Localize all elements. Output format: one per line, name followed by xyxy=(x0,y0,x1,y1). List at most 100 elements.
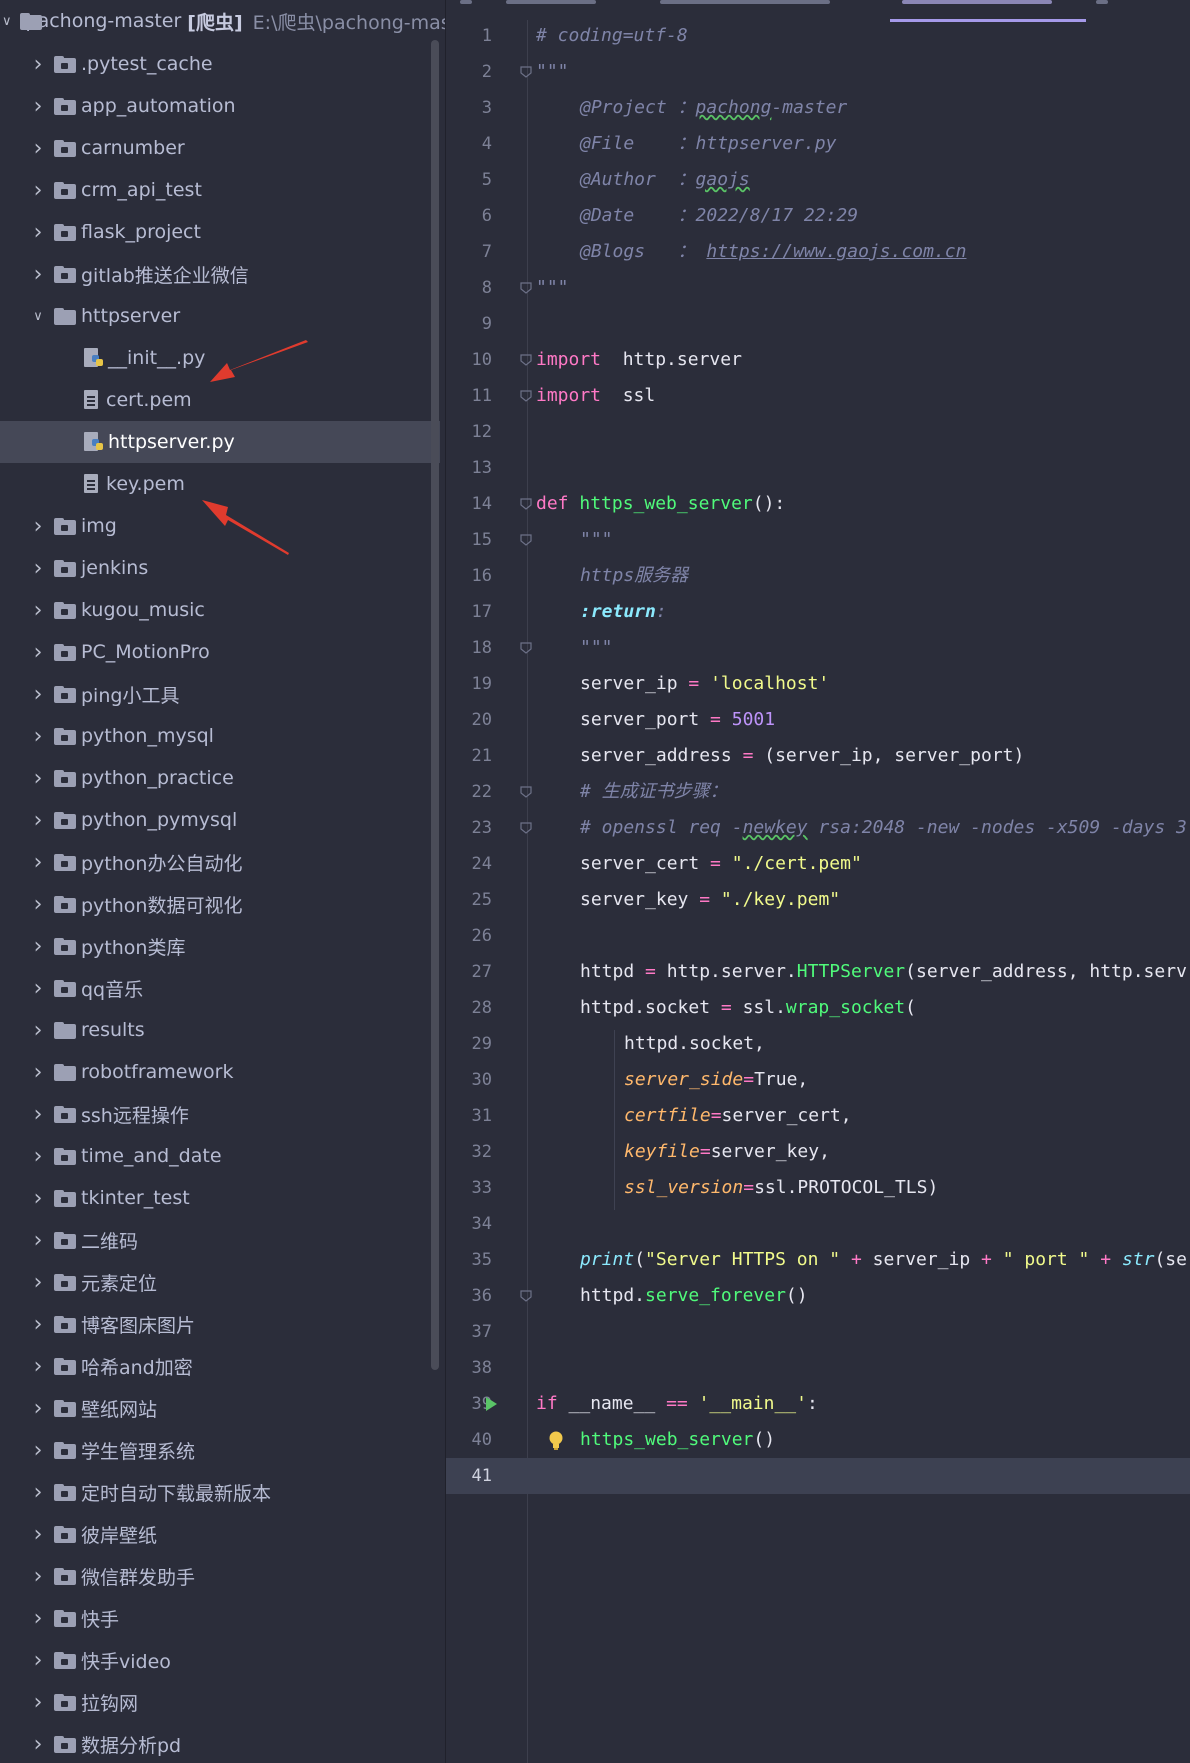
code-line[interactable]: 31 certfile=server_cert, xyxy=(446,1098,1190,1134)
code-line[interactable]: 16 https服务器 xyxy=(446,558,1190,594)
code-line[interactable]: 5 @Author ：gaojs xyxy=(446,162,1190,198)
tree-item[interactable]: httpserver.py xyxy=(0,421,440,463)
code-line[interactable]: 20 server_port = 5001 xyxy=(446,702,1190,738)
chevron-right-icon[interactable]: › xyxy=(30,925,46,967)
chevron-right-icon[interactable]: › xyxy=(30,1639,46,1681)
code-line[interactable]: 27 httpd = http.server.HTTPServer(server_… xyxy=(446,954,1190,990)
chevron-right-icon[interactable]: › xyxy=(30,1177,46,1219)
chevron-right-icon[interactable]: › xyxy=(30,799,46,841)
tree-item[interactable]: › crm_api_test xyxy=(0,169,440,211)
code-line[interactable]: 39 if __name__ == '__main__': xyxy=(446,1386,1190,1422)
chevron-right-icon[interactable]: › xyxy=(30,547,46,589)
chevron-right-icon[interactable]: › xyxy=(30,505,46,547)
tree-item[interactable]: › kugou_music xyxy=(0,589,440,631)
code-line[interactable]: 7 @Blogs ： https://www.gaojs.com.cn xyxy=(446,234,1190,270)
tree-item[interactable]: › python_mysql xyxy=(0,715,440,757)
code-line[interactable]: 41 xyxy=(446,1458,1190,1494)
fold-marker-icon[interactable] xyxy=(520,822,532,834)
chevron-right-icon[interactable]: › xyxy=(30,169,46,211)
code-line[interactable]: 35 print("Server HTTPS on " + server_ip +… xyxy=(446,1242,1190,1278)
tree-item[interactable]: › tkinter_test xyxy=(0,1177,440,1219)
code-line[interactable]: 33 ssl_version=ssl.PROTOCOL_TLS) xyxy=(446,1170,1190,1206)
tree-item[interactable]: ∨ httpserver xyxy=(0,295,440,337)
fold-marker-icon[interactable] xyxy=(520,642,532,654)
code-line[interactable]: 38 xyxy=(446,1350,1190,1386)
tab-fragment[interactable] xyxy=(660,0,830,4)
chevron-right-icon[interactable]: › xyxy=(30,589,46,631)
code-line[interactable]: 37 xyxy=(446,1314,1190,1350)
tree-item[interactable]: › python类库 xyxy=(0,925,440,967)
project-root-row[interactable]: ∨ pachong-master [爬虫] E:\爬虫\pachong-mast… xyxy=(0,0,445,42)
code-line[interactable]: 4 @File ：httpserver.py xyxy=(446,126,1190,162)
code-line[interactable]: 9 xyxy=(446,306,1190,342)
code-line[interactable]: 30 server_side=True, xyxy=(446,1062,1190,1098)
chevron-right-icon[interactable]: › xyxy=(30,1051,46,1093)
code-line[interactable]: 32 keyfile=server_key, xyxy=(446,1134,1190,1170)
tab-fragment[interactable] xyxy=(506,0,596,4)
code-editor[interactable]: 1 # coding=utf-8 2 """ 3 @Project ：pachong-ma… xyxy=(446,0,1190,1763)
tree-item[interactable]: › 彼岸壁纸 xyxy=(0,1513,440,1555)
chevron-right-icon[interactable]: › xyxy=(30,127,46,169)
chevron-right-icon[interactable]: › xyxy=(30,715,46,757)
fold-marker-icon[interactable] xyxy=(520,390,532,402)
chevron-right-icon[interactable]: › xyxy=(30,43,46,85)
code-line[interactable]: 24 server_cert = "./cert.pem" xyxy=(446,846,1190,882)
code-line[interactable]: 2 """ xyxy=(446,54,1190,90)
chevron-right-icon[interactable]: › xyxy=(30,1219,46,1261)
chevron-right-icon[interactable]: › xyxy=(30,1429,46,1471)
tree-item[interactable]: › flask_project xyxy=(0,211,440,253)
fold-marker-icon[interactable] xyxy=(520,282,532,294)
chevron-down-icon[interactable]: ∨ xyxy=(30,295,46,337)
code-line[interactable]: 17:return: xyxy=(446,594,1190,630)
code-line[interactable]: 19 server_ip = 'localhost' xyxy=(446,666,1190,702)
chevron-right-icon[interactable]: › xyxy=(30,673,46,715)
code-line[interactable]: 34 xyxy=(446,1206,1190,1242)
fold-marker-icon[interactable] xyxy=(520,786,532,798)
tree-item[interactable]: › PC_MotionPro xyxy=(0,631,440,673)
chevron-right-icon[interactable]: › xyxy=(30,757,46,799)
chevron-right-icon[interactable]: › xyxy=(30,1513,46,1555)
tree-item[interactable]: › 定时自动下载最新版本 xyxy=(0,1471,440,1513)
code-line[interactable]: 29 httpd.socket, xyxy=(446,1026,1190,1062)
tree-item[interactable]: › ping小工具 xyxy=(0,673,440,715)
tree-item[interactable]: › python办公自动化 xyxy=(0,841,440,883)
chevron-right-icon[interactable]: › xyxy=(30,1681,46,1723)
chevron-right-icon[interactable]: › xyxy=(30,1597,46,1639)
code-line[interactable]: 40 https_web_server() xyxy=(446,1422,1190,1458)
tree-item[interactable]: › 二维码 xyxy=(0,1219,440,1261)
tree-item[interactable]: › python_pymysql xyxy=(0,799,440,841)
code-line[interactable]: 12 xyxy=(446,414,1190,450)
code-line[interactable]: 10 import http.server xyxy=(446,342,1190,378)
chevron-right-icon[interactable]: › xyxy=(30,1345,46,1387)
chevron-right-icon[interactable]: › xyxy=(30,211,46,253)
tree-item[interactable]: › robotframework xyxy=(0,1051,440,1093)
chevron-right-icon[interactable]: › xyxy=(30,1009,46,1051)
chevron-right-icon[interactable]: › xyxy=(30,1555,46,1597)
code-line[interactable]: 15 """ xyxy=(446,522,1190,558)
fold-marker-icon[interactable] xyxy=(520,1290,532,1302)
chevron-down-icon[interactable]: ∨ xyxy=(2,0,12,42)
chevron-right-icon[interactable]: › xyxy=(30,967,46,1009)
chevron-right-icon[interactable]: › xyxy=(30,85,46,127)
tree-item[interactable]: › 数据分析pd xyxy=(0,1723,440,1763)
code-line[interactable]: 14 def https_web_server(): xyxy=(446,486,1190,522)
chevron-right-icon[interactable]: › xyxy=(30,841,46,883)
fold-marker-icon[interactable] xyxy=(520,498,532,510)
tree-item[interactable]: › 哈希and加密 xyxy=(0,1345,440,1387)
sidebar-scrollbar[interactable] xyxy=(431,40,439,1370)
tab-active[interactable] xyxy=(902,0,1052,4)
tree-item[interactable]: › 博客图床图片 xyxy=(0,1303,440,1345)
tree-item[interactable]: › python_practice xyxy=(0,757,440,799)
tree-item[interactable]: › 快手video xyxy=(0,1639,440,1681)
tree-item[interactable]: › time_and_date xyxy=(0,1135,440,1177)
code-line[interactable]: 28 httpd.socket = ssl.wrap_socket( xyxy=(446,990,1190,1026)
tree-item[interactable]: › 壁纸网站 xyxy=(0,1387,440,1429)
tab-fragment[interactable] xyxy=(1096,0,1108,4)
code-line[interactable]: 36 httpd.serve_forever() xyxy=(446,1278,1190,1314)
tree-item[interactable]: › gitlab推送企业微信 xyxy=(0,253,440,295)
chevron-right-icon[interactable]: › xyxy=(30,883,46,925)
fold-marker-icon[interactable] xyxy=(520,66,532,78)
lightbulb-icon[interactable] xyxy=(548,1431,564,1451)
tree-item[interactable]: › 快手 xyxy=(0,1597,440,1639)
chevron-right-icon[interactable]: › xyxy=(30,1303,46,1345)
